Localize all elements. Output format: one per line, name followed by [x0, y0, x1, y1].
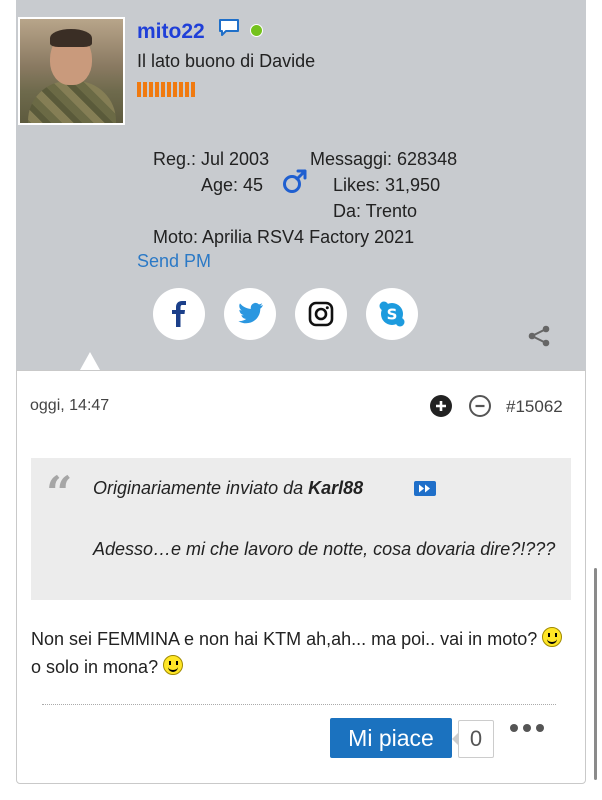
like-count: 0: [452, 720, 494, 758]
divider: [42, 704, 556, 705]
reputation-bar: [137, 82, 195, 97]
post-number-link[interactable]: #15062: [506, 397, 563, 417]
svg-text:S: S: [387, 306, 398, 324]
user-location: Da: Trento: [333, 201, 418, 221]
skype-button[interactable]: S: [366, 288, 418, 340]
chat-bubble-icon[interactable]: [218, 18, 240, 38]
like-button[interactable]: Mi piace: [330, 718, 452, 758]
smiley-icon: [542, 627, 563, 647]
twitter-icon: [238, 302, 263, 324]
message-count: Messaggi: 628348: [310, 149, 458, 169]
message-text-part1: Non sei FEMMINA e non hai KTM ah,ah... m…: [31, 629, 538, 649]
twitter-button[interactable]: [224, 288, 276, 340]
instagram-button[interactable]: [295, 288, 347, 340]
share-icon[interactable]: [527, 325, 551, 347]
profile-pointer: [80, 352, 100, 370]
quote-text: Adesso…e mi che lavoro de notte, cosa do…: [93, 539, 556, 559]
facebook-button[interactable]: [153, 288, 205, 340]
online-status-icon: [250, 24, 263, 37]
more-options-icon[interactable]: [510, 724, 544, 734]
plus-icon[interactable]: [430, 395, 452, 417]
male-gender-icon: [283, 169, 307, 193]
skype-icon: S: [379, 301, 405, 327]
user-moto: Moto: Aprilia RSV4 Factory 2021: [153, 227, 415, 247]
avatar[interactable]: [18, 17, 125, 125]
username-link[interactable]: mito22: [137, 20, 205, 44]
quote-icon: “: [46, 466, 73, 520]
post-message: Non sei FEMMINA e non hai KTM ah,ah... m…: [31, 625, 571, 681]
registration-date: Reg.: Jul 2003: [153, 149, 270, 169]
quote-header: Originariamente inviato da Karl88: [93, 478, 363, 499]
minus-icon[interactable]: [469, 395, 491, 417]
user-age: Age: 45: [201, 175, 264, 195]
smiley-icon: [163, 655, 184, 675]
user-title: Il lato buono di Davide: [137, 51, 316, 71]
message-text-part2: o solo in mona?: [31, 657, 159, 677]
send-pm-link[interactable]: Send PM: [137, 251, 211, 272]
likes-count: Likes: 31,950: [333, 175, 441, 195]
goto-post-icon[interactable]: [414, 481, 436, 496]
scrollbar[interactable]: [594, 568, 597, 780]
quote-author[interactable]: Karl88: [308, 478, 363, 498]
facebook-icon: [172, 301, 186, 327]
instagram-icon: [308, 301, 334, 327]
quote-prefix: Originariamente inviato da: [93, 478, 304, 498]
post-date: oggi, 14:47: [30, 397, 110, 414]
